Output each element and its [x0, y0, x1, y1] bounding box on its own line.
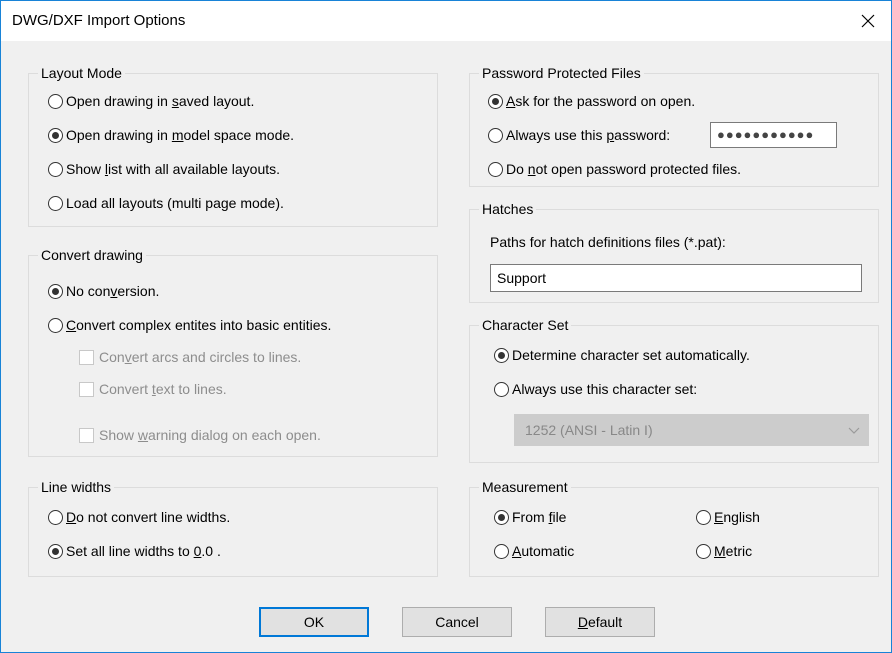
import-options-dialog: DWG/DXF Import Options Layout Mode Open …: [0, 0, 892, 653]
radio-label: Always use this character set:: [512, 381, 698, 397]
character-set-group: Character Set Determine character set au…: [469, 316, 879, 463]
radio-indicator: [48, 317, 63, 333]
password-title: Password Protected Files: [479, 64, 644, 82]
radio-label: From file: [512, 509, 567, 525]
close-icon: [861, 14, 875, 28]
password-input[interactable]: ●●●●●●●●●●●: [710, 122, 837, 148]
default-button[interactable]: Default: [545, 607, 655, 637]
checkbox-convert-text[interactable]: Convert text to lines.: [79, 380, 227, 398]
radio-always-use-password[interactable]: Always use this password:: [488, 126, 670, 144]
convert-drawing-group: Convert drawing No conversion. Convert c…: [28, 246, 438, 457]
radio-indicator: [494, 381, 509, 397]
radio-label: Ask for the password on open.: [506, 93, 696, 109]
chevron-down-icon: [848, 427, 860, 434]
radio-do-not-convert-widths[interactable]: Do not convert line widths.: [48, 508, 230, 526]
radio-automatic[interactable]: Automatic: [494, 542, 574, 560]
radio-label: Convert complex entites into basic entit…: [66, 317, 332, 333]
radio-open-model-space[interactable]: Open drawing in model space mode.: [48, 126, 294, 144]
radio-label: Load all layouts (multi page mode).: [66, 195, 284, 211]
radio-indicator: [48, 283, 63, 299]
close-button[interactable]: [845, 1, 891, 41]
radio-label: Determine character set automatically.: [512, 347, 750, 363]
hatches-group: Hatches Paths for hatch definitions file…: [469, 200, 879, 303]
hatch-paths-label: Paths for hatch definitions files (*.pat…: [490, 234, 726, 250]
radio-indicator: [48, 93, 63, 109]
radio-indicator: [48, 543, 63, 559]
radio-label: Do not open password protected files.: [506, 161, 742, 177]
title-bar: DWG/DXF Import Options: [1, 1, 891, 41]
radio-indicator: [48, 509, 63, 525]
window-title: DWG/DXF Import Options: [12, 12, 186, 29]
radio-indicator: [488, 127, 503, 143]
measurement-group: Measurement From file English Automatic …: [469, 478, 879, 577]
checkbox-label: Convert text to lines.: [99, 381, 227, 397]
radio-ask-password[interactable]: Ask for the password on open.: [488, 92, 695, 110]
radio-convert-complex-entities[interactable]: Convert complex entites into basic entit…: [48, 316, 331, 334]
radio-label: English: [714, 509, 760, 525]
cancel-button[interactable]: Cancel: [402, 607, 512, 637]
radio-open-saved-layout[interactable]: Open drawing in saved layout.: [48, 92, 254, 110]
layout-mode-group: Layout Mode Open drawing in saved layout…: [28, 64, 438, 227]
charset-select[interactable]: 1252 (ANSI - Latin I): [514, 414, 869, 446]
radio-indicator: [696, 509, 711, 525]
radio-english[interactable]: English: [696, 508, 760, 526]
character-set-title: Character Set: [479, 316, 572, 334]
radio-label: Set all line widths to 0.0 .: [66, 543, 221, 559]
measurement-title: Measurement: [479, 478, 571, 496]
radio-indicator: [488, 93, 503, 109]
checkbox-indicator: [79, 427, 94, 443]
radio-label: Metric: [714, 543, 753, 559]
line-widths-title: Line widths: [38, 478, 115, 496]
password-group: Password Protected Files Ask for the pas…: [469, 64, 879, 187]
radio-indicator: [494, 509, 509, 525]
hatches-title: Hatches: [479, 200, 537, 218]
radio-auto-charset[interactable]: Determine character set automatically.: [494, 346, 750, 364]
radio-indicator: [488, 161, 503, 177]
radio-label: Automatic: [512, 543, 575, 559]
checkbox-label: Show warning dialog on each open.: [99, 427, 321, 443]
radio-label: Open drawing in model space mode.: [66, 127, 295, 143]
radio-from-file[interactable]: From file: [494, 508, 566, 526]
charset-select-value: 1252 (ANSI - Latin I): [525, 422, 653, 438]
hatch-paths-input[interactable]: Support: [490, 264, 862, 292]
radio-indicator: [696, 543, 711, 559]
checkbox-indicator: [79, 381, 94, 397]
radio-indicator: [48, 161, 63, 177]
checkbox-show-warning[interactable]: Show warning dialog on each open.: [79, 426, 321, 444]
radio-show-layout-list[interactable]: Show list with all available layouts.: [48, 160, 280, 178]
checkbox-label: Convert arcs and circles to lines.: [99, 349, 302, 365]
radio-label: Do not convert line widths.: [66, 509, 231, 525]
radio-indicator: [494, 347, 509, 363]
radio-indicator: [494, 543, 509, 559]
radio-label: No conversion.: [66, 283, 160, 299]
radio-do-not-open-protected[interactable]: Do not open password protected files.: [488, 160, 741, 178]
radio-label: Always use this password:: [506, 127, 671, 143]
checkbox-convert-arcs[interactable]: Convert arcs and circles to lines.: [79, 348, 301, 366]
ok-button[interactable]: OK: [259, 607, 369, 637]
line-widths-group: Line widths Do not convert line widths. …: [28, 478, 438, 577]
radio-label: Show list with all available layouts.: [66, 161, 281, 177]
radio-always-use-charset[interactable]: Always use this character set:: [494, 380, 697, 398]
convert-drawing-title: Convert drawing: [38, 246, 146, 264]
radio-label: Open drawing in saved layout.: [66, 93, 255, 109]
layout-mode-title: Layout Mode: [38, 64, 125, 82]
radio-no-conversion[interactable]: No conversion.: [48, 282, 159, 300]
radio-set-all-widths[interactable]: Set all line widths to 0.0 .: [48, 542, 221, 560]
radio-load-all-layouts[interactable]: Load all layouts (multi page mode).: [48, 194, 284, 212]
radio-indicator: [48, 195, 63, 211]
checkbox-indicator: [79, 349, 94, 365]
radio-indicator: [48, 127, 63, 143]
radio-metric[interactable]: Metric: [696, 542, 752, 560]
